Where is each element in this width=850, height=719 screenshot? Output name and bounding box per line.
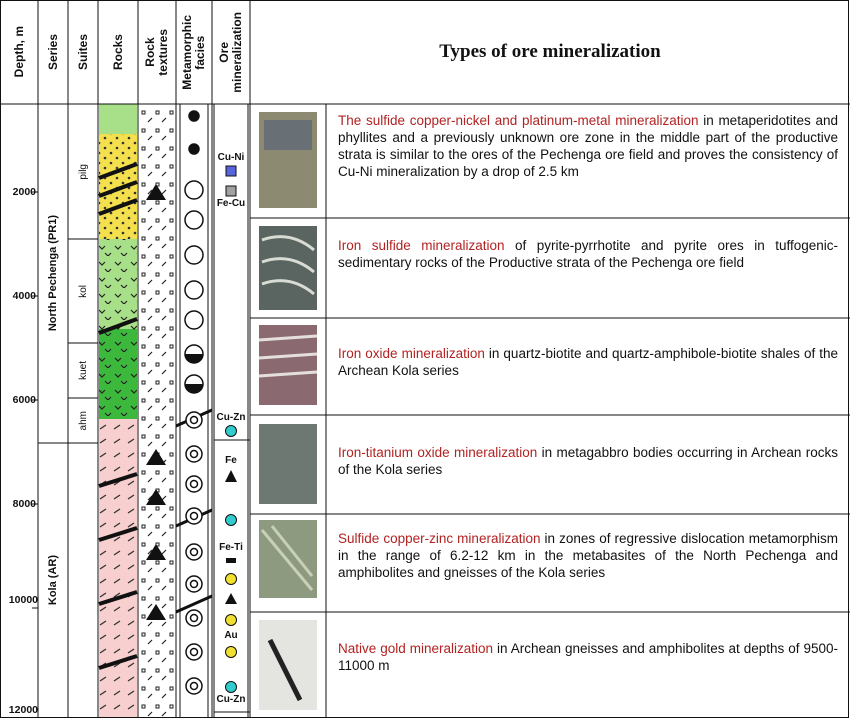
mineralization-row-iron-sulfide: Iron sulfide mineralization of pyrite-py… <box>338 237 838 271</box>
mineralization-type: Sulfide copper-zinc mineralization <box>338 531 541 546</box>
suite-label-kuet: kuet <box>77 361 89 380</box>
depth-tick-label: 12000 <box>8 704 38 716</box>
suite-label-pilg: pilg <box>77 163 89 180</box>
ore-label-fe: Fe <box>225 455 237 466</box>
mineralization-type: Iron-titanium oxide mineralization <box>338 445 538 460</box>
ore-label-fe-ti: Fe-Ti <box>219 542 243 553</box>
suite-label-ahm: ahm <box>77 410 89 431</box>
mineralization-type: Iron sulfide mineralization <box>338 238 505 253</box>
depth-tick-label: 2000 <box>12 186 36 198</box>
depth-tick-label: 6000 <box>12 394 36 406</box>
ore-label-cu-ni: Cu-Ni <box>217 152 245 163</box>
ore-label-cu-zn-deep: Cu-Zn <box>216 694 246 705</box>
mineralization-row-iron-titanium: Iron-titanium oxide mineralization in me… <box>338 444 838 478</box>
depth-tick-label: 4000 <box>12 290 36 302</box>
mineralization-row-iron-oxide: Iron oxide mineralization in quartz-biot… <box>338 345 838 379</box>
ore-label-au: Au <box>224 630 238 641</box>
depth-tick-label: 10000 <box>8 594 38 606</box>
mineralization-row-cu-ni: The sulfide copper-nickel and platinum-m… <box>338 112 838 180</box>
mineralization-row-gold: Native gold mineralization in Archean gn… <box>338 640 838 674</box>
mineralization-type: Iron oxide mineralization <box>338 346 485 361</box>
mineralization-type: The sulfide copper-nickel and platinum-m… <box>338 113 699 128</box>
depth-tick-label: 8000 <box>12 498 36 510</box>
series-label-north-pechenga: North Pechenga (PR1) <box>46 215 59 332</box>
mineralization-type: Native gold mineralization <box>338 641 494 656</box>
suite-label-kol: kol <box>77 284 89 298</box>
series-label-kola: Kola (AR) <box>46 554 59 606</box>
ore-label-fe-cu: Fe-Cu <box>216 198 246 209</box>
ore-label-cu-zn: Cu-Zn <box>216 412 246 423</box>
mineralization-row-cu-zn: Sulfide copper-zinc mineralization in zo… <box>338 530 838 581</box>
